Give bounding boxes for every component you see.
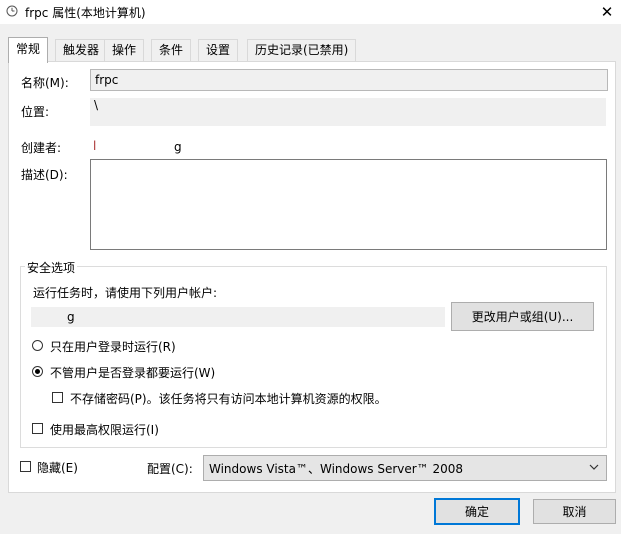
tab-conditions[interactable]: 条件 [151,39,192,61]
configure-label: 配置(C): [147,462,193,476]
description-textarea[interactable] [90,159,607,250]
hidden-checkbox[interactable] [20,461,31,472]
highest-privileges-label[interactable]: 使用最高权限运行(I) [50,421,159,438]
change-user-button[interactable]: 更改用户或组(U)... [451,302,594,331]
user-account-field: g [31,307,445,327]
radio-run-whether-logged-on-label[interactable]: 不管用户是否登录都要运行(W) [50,364,215,381]
radio-run-whether-logged-on[interactable] [32,366,43,377]
tab-history[interactable]: 历史记录(已禁用) [247,39,357,61]
tab-settings[interactable]: 设置 [198,39,239,61]
clock-icon [6,5,18,17]
radio-run-only-logged-on[interactable] [32,340,43,351]
cancel-button[interactable]: 取消 [533,499,616,524]
run-as-prompt: 运行任务时，请使用下列用户帐户: [33,286,218,300]
author-value-start: l [93,139,97,153]
tab-actions[interactable]: 操作 [104,39,145,61]
highest-privileges-checkbox[interactable] [32,423,43,434]
no-store-password-label[interactable]: 不存储密码(P)。该任务将只有访问本地计算机资源的权限。 [70,390,387,407]
configure-select-value: Windows Vista™、Windows Server™ 2008 [209,462,464,476]
chevron-down-icon [589,464,599,470]
hidden-label[interactable]: 隐藏(E) [37,459,78,476]
configure-select[interactable]: Windows Vista™、Windows Server™ 2008 [203,455,607,481]
close-button[interactable]: ✕ [596,2,618,22]
location-label: 位置: [21,105,50,119]
tab-general[interactable]: 常规 [8,37,49,63]
tab-triggers[interactable]: 触发器 [55,39,108,61]
security-options-title: 安全选项 [25,259,78,276]
author-label: 创建者: [21,141,62,155]
title-bar: frpc 属性(本地计算机) ✕ [0,0,621,24]
no-store-password-checkbox[interactable] [52,392,63,403]
window-title: frpc 属性(本地计算机) [25,6,146,20]
description-label: 描述(D): [21,168,68,182]
author-value-end: g [174,140,182,154]
name-field[interactable]: frpc [90,69,608,91]
radio-run-only-logged-on-label[interactable]: 只在用户登录时运行(R) [50,338,176,355]
close-icon: ✕ [600,3,614,21]
ok-button[interactable]: 确定 [434,498,520,525]
location-field: \ [90,98,606,126]
name-label: 名称(M): [21,76,69,90]
